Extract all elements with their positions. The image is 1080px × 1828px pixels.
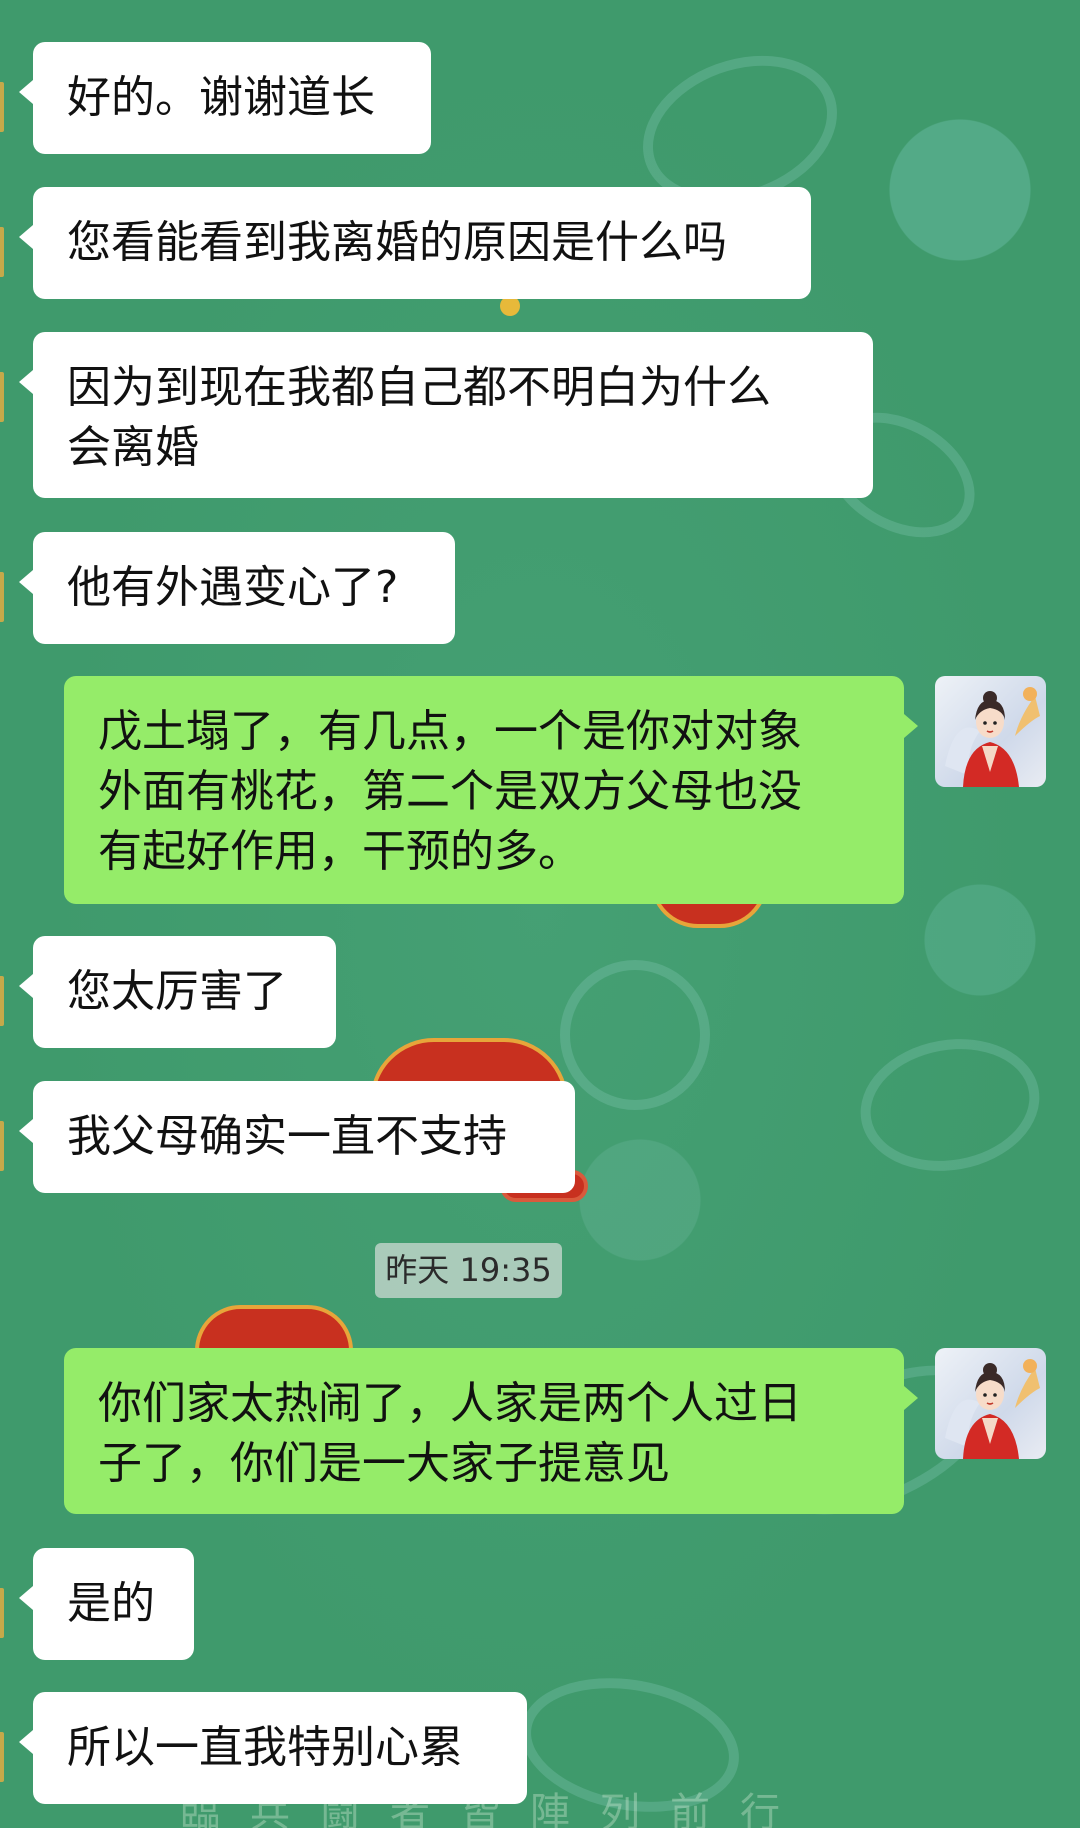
sender-avatar-edge — [0, 1121, 4, 1171]
sender-avatar-edge — [0, 572, 4, 622]
message-bubble[interactable]: 是的 — [19, 1548, 194, 1660]
sender-avatar-edge — [0, 1732, 4, 1782]
sender-avatar-edge — [0, 976, 4, 1026]
message-bubble[interactable]: 你们家太热闹了，人家是两个人过日 子了，你们是一大家子提意见 — [64, 1348, 918, 1514]
avatar-icon[interactable] — [935, 1348, 1046, 1459]
message-bubble[interactable]: 他有外遇变心了? — [19, 532, 455, 644]
sender-avatar-edge — [0, 227, 4, 277]
sender-avatar-edge — [0, 1588, 4, 1638]
message-bubble[interactable]: 您太厉害了 — [19, 936, 336, 1048]
message-bubble[interactable]: 戊土塌了，有几点，一个是你对对象 外面有桃花，第二个是双方父母也没 有起好作用，… — [64, 676, 918, 904]
message-bubble[interactable]: 所以一直我特别心累 — [19, 1692, 527, 1804]
timestamp-label: 昨天 19:35 — [375, 1243, 562, 1298]
sender-avatar-edge — [0, 372, 4, 422]
avatar-woman-icon — [945, 1359, 1040, 1459]
message-bubble[interactable]: 因为到现在我都自己都不明白为什么 会离婚 — [19, 332, 873, 498]
avatar-woman-icon — [945, 687, 1040, 787]
avatar-icon[interactable] — [935, 676, 1046, 787]
message-bubble[interactable]: 好的。谢谢道长 — [19, 42, 431, 154]
sender-avatar-edge — [0, 82, 4, 132]
message-bubble[interactable]: 您看能看到我离婚的原因是什么吗 — [19, 187, 811, 299]
message-list: 好的。谢谢道长 您看能看到我离婚的原因是什么吗 因为到现在我都自己都不明白为什么… — [0, 0, 1080, 1828]
message-bubble[interactable]: 我父母确实一直不支持 — [19, 1081, 575, 1193]
